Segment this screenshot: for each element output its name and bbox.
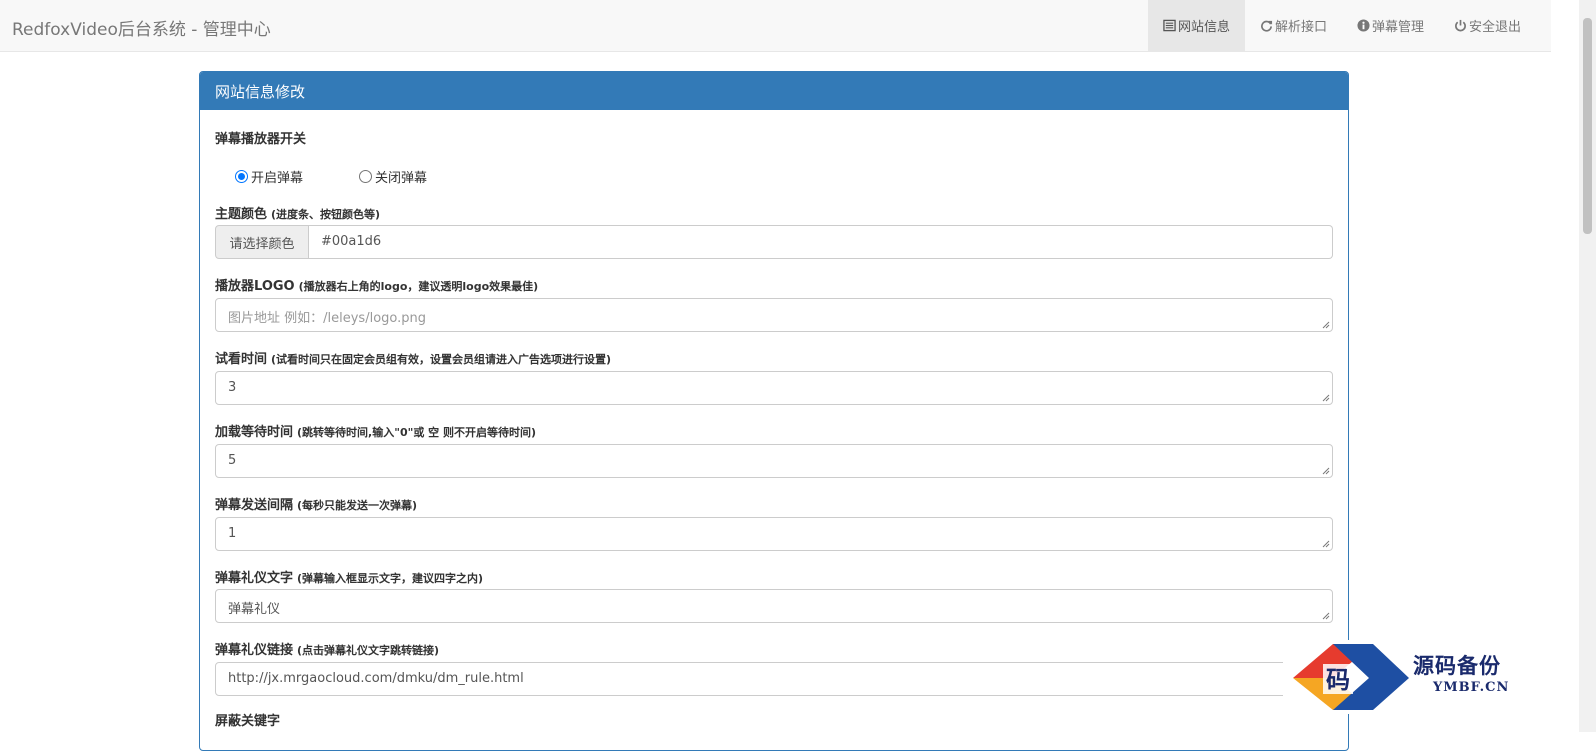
theme-color-input[interactable]: #00a1d6 bbox=[309, 225, 1333, 259]
danmaku-switch-label: 弹幕播放器开关 bbox=[215, 132, 307, 147]
etiquette-link-label: 弹幕礼仪链接 (点击弹幕礼仪文字跳转链接) bbox=[215, 639, 439, 658]
refresh-icon bbox=[1260, 20, 1273, 32]
watermark-logo: 码 源码备份 YMBF.CN bbox=[1283, 640, 1551, 714]
send-interval-value: 1 bbox=[228, 526, 237, 541]
wait-time-hint: (跳转等待时间,输入"0"或 空 则不开启等待时间) bbox=[297, 426, 537, 439]
send-interval-title: 弹幕发送间隔 bbox=[215, 498, 294, 513]
logo-title: 播放器LOGO bbox=[215, 279, 295, 294]
watermark-glyph: 码 bbox=[1326, 665, 1350, 694]
wait-time-title: 加载等待时间 bbox=[215, 425, 294, 440]
keyword-filter-label: 屏蔽关键字 bbox=[215, 714, 281, 729]
nav-site-info[interactable]: 网站信息 bbox=[1147, 0, 1245, 51]
nav-site-info-label: 网站信息 bbox=[1177, 20, 1230, 35]
resize-grip-icon[interactable] bbox=[1322, 467, 1330, 475]
etiquette-link-hint: (点击弹幕礼仪文字跳转链接) bbox=[297, 644, 440, 657]
logo-url-field[interactable]: 图片地址 例如：/leleys/logo.png bbox=[215, 298, 1333, 332]
theme-color-group: 请选择颜色 #00a1d6 bbox=[215, 225, 1333, 259]
etiquette-link-value: http://jx.mrgaocloud.com/dmku/dm_rule.ht… bbox=[228, 671, 524, 686]
wait-time-label: 加载等待时间 (跳转等待时间,输入"0"或 空 则不开启等待时间) bbox=[215, 421, 536, 440]
send-interval-label: 弹幕发送间隔 (每秒只能发送一次弹幕) bbox=[215, 494, 417, 513]
nav-logout-label: 安全退出 bbox=[1468, 20, 1521, 35]
resize-grip-icon[interactable] bbox=[1322, 321, 1330, 329]
theme-color-title: 主题颜色 bbox=[215, 207, 268, 222]
top-navbar: RedfoxVideo后台系统 - 管理中心 网站信息 解析接口 弹幕管理 安全… bbox=[0, 0, 1551, 52]
logo-label: 播放器LOGO (播放器右上角的logo，建议透明logo效果最佳) bbox=[215, 275, 538, 294]
radio-on-label: 开启弹幕 bbox=[251, 171, 304, 186]
etiquette-text-label: 弹幕礼仪文字 (弹幕输入框显示文字，建议四字之内) bbox=[215, 567, 483, 586]
wait-time-value: 5 bbox=[228, 453, 237, 468]
site-info-panel: 网站信息修改 弹幕播放器开关 开启弹幕 关闭弹幕 主题颜色 (进度条、按钮颜色等)… bbox=[199, 71, 1349, 751]
etiquette-text-value: 弹幕礼仪 bbox=[228, 602, 281, 617]
logo-hint: (播放器右上角的logo，建议透明logo效果最佳) bbox=[298, 280, 539, 293]
etiquette-text-title: 弹幕礼仪文字 bbox=[215, 571, 294, 586]
logo-url-placeholder: 图片地址 例如：/leleys/logo.png bbox=[228, 311, 426, 326]
theme-color-hint: (进度条、按钮颜色等) bbox=[271, 208, 381, 221]
nav-parse-api[interactable]: 解析接口 bbox=[1245, 0, 1342, 51]
send-interval-field[interactable]: 1 bbox=[215, 517, 1333, 551]
trial-time-field[interactable]: 3 bbox=[215, 371, 1333, 405]
trial-time-label: 试看时间 (试看时间只在固定会员组有效，设置会员组请进入广告选项进行设置) bbox=[215, 348, 611, 367]
nav-danmaku-manage-label: 弹幕管理 bbox=[1371, 20, 1424, 35]
list-alt-icon bbox=[1163, 19, 1176, 32]
trial-time-value: 3 bbox=[228, 380, 237, 395]
etiquette-text-hint: (弹幕输入框显示文字，建议四字之内) bbox=[297, 572, 484, 585]
color-picker-button[interactable]: 请选择颜色 bbox=[215, 225, 309, 259]
off-icon bbox=[1455, 19, 1466, 32]
etiquette-link-field[interactable]: http://jx.mrgaocloud.com/dmku/dm_rule.ht… bbox=[215, 662, 1333, 696]
trial-time-title: 试看时间 bbox=[215, 352, 268, 367]
resize-grip-icon[interactable] bbox=[1322, 394, 1330, 402]
watermark-emblem-icon: 码 bbox=[1293, 644, 1409, 710]
resize-grip-icon[interactable] bbox=[1322, 612, 1330, 620]
nav-menu: 网站信息 解析接口 弹幕管理 安全退出 bbox=[1147, 0, 1551, 51]
radio-off-indicator[interactable] bbox=[359, 170, 372, 183]
watermark-url: YMBF.CN bbox=[1433, 680, 1510, 695]
panel-title: 网站信息修改 bbox=[200, 72, 1348, 110]
etiquette-text-field[interactable]: 弹幕礼仪 bbox=[215, 589, 1333, 623]
radio-off-label: 关闭弹幕 bbox=[375, 171, 428, 186]
info-sign-icon bbox=[1357, 19, 1370, 32]
brand-title[interactable]: RedfoxVideo后台系统 - 管理中心 bbox=[12, 15, 271, 40]
nav-logout[interactable]: 安全退出 bbox=[1439, 0, 1551, 51]
theme-color-label: 主题颜色 (进度条、按钮颜色等) bbox=[215, 203, 380, 222]
radio-on-indicator[interactable] bbox=[235, 170, 248, 183]
scrollbar-thumb[interactable] bbox=[1583, 18, 1592, 234]
trial-time-hint: (试看时间只在固定会员组有效，设置会员组请进入广告选项进行设置) bbox=[271, 353, 612, 366]
resize-grip-icon[interactable] bbox=[1322, 540, 1330, 548]
nav-danmaku-manage[interactable]: 弹幕管理 bbox=[1342, 0, 1439, 51]
radio-danmaku-on[interactable]: 开启弹幕 bbox=[235, 167, 303, 186]
nav-parse-api-label: 解析接口 bbox=[1274, 20, 1327, 35]
watermark-title: 源码备份 bbox=[1413, 653, 1501, 678]
wait-time-field[interactable]: 5 bbox=[215, 444, 1333, 478]
etiquette-link-title: 弹幕礼仪链接 bbox=[215, 643, 294, 658]
radio-danmaku-off[interactable]: 关闭弹幕 bbox=[359, 167, 427, 186]
page-scrollbar[interactable] bbox=[1579, 0, 1596, 732]
send-interval-hint: (每秒只能发送一次弹幕) bbox=[297, 499, 418, 512]
